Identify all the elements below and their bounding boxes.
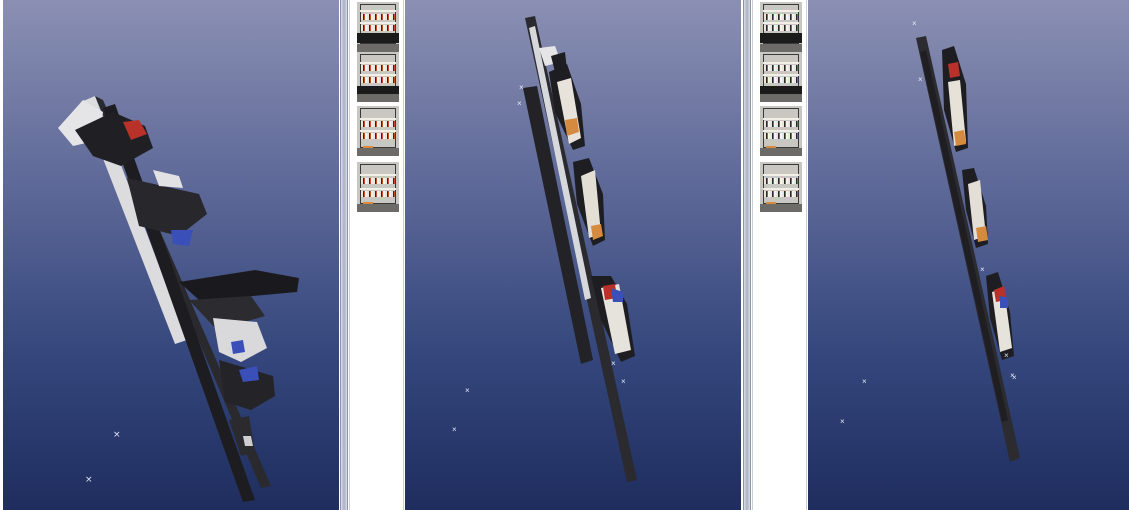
frame-thumbnail[interactable] [357, 52, 399, 102]
camera-marker: × [517, 99, 522, 108]
bookshelf-frame [360, 108, 396, 148]
camera-marker: × [621, 377, 626, 386]
camera-marker: × [85, 475, 93, 485]
camera-marker: × [862, 377, 867, 386]
panel-splitter[interactable] [340, 0, 348, 510]
camera-marker: × [1004, 351, 1009, 360]
point-cloud-render-left: × × [58, 96, 299, 502]
camera-marker: × [980, 265, 985, 274]
white-cluster [213, 318, 267, 362]
orange-detail [976, 226, 988, 242]
point-cloud-render-right: × × × × × × × × [840, 19, 1020, 462]
camera-marker: × [519, 83, 524, 92]
frame-thumbnail-strip[interactable] [349, 0, 404, 510]
camera-marker: × [912, 19, 917, 28]
blue-detail [1000, 296, 1008, 308]
blue-detail [611, 288, 623, 302]
blue-detail [171, 230, 193, 246]
frame-thumbnail[interactable] [357, 162, 399, 212]
orange-detail [954, 130, 966, 146]
point-cloud-viewport-middle[interactable]: × × × × × × [405, 0, 741, 510]
camera-marker: × [611, 359, 616, 368]
panel-splitter[interactable] [743, 0, 751, 510]
dark-cluster [219, 360, 275, 410]
frame-thumbnail[interactable] [760, 2, 802, 52]
camera-marker: × [840, 417, 845, 426]
bookshelf-frame [763, 108, 799, 148]
point-cloud-viewport-right[interactable]: × × × × × × × × [808, 0, 1129, 510]
frame-thumbnail[interactable] [760, 106, 802, 156]
camera-marker: × [918, 75, 923, 84]
point-cloud-render-middle: × × × × × × [452, 16, 637, 482]
camera-marker: × [465, 386, 470, 395]
camera-marker: × [452, 425, 457, 434]
blue-detail [231, 340, 245, 354]
frame-thumbnail-strip[interactable] [752, 0, 807, 510]
bookshelf-frame [763, 164, 799, 204]
dark-bar [179, 270, 299, 300]
bookshelf-frame [360, 164, 396, 204]
frame-thumbnail[interactable] [357, 2, 399, 52]
frame-thumbnail[interactable] [357, 106, 399, 156]
point-cloud-viewport-left[interactable]: × × [3, 0, 339, 510]
frame-thumbnail[interactable] [760, 162, 802, 212]
camera-marker: × [1012, 373, 1017, 382]
frame-thumbnail[interactable] [760, 52, 802, 102]
camera-marker: × [113, 430, 121, 440]
red-detail [948, 62, 960, 78]
